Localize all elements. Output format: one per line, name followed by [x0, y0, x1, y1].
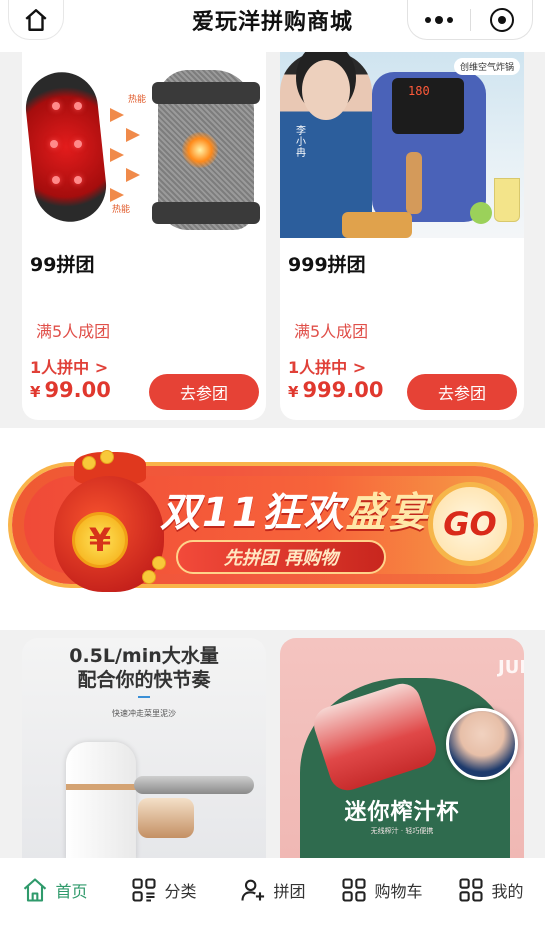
more-dots-icon [425, 16, 431, 23]
tab-category[interactable]: 分类 [109, 876, 218, 904]
join-group-button[interactable]: 去参团 [407, 374, 517, 410]
bottom-tab-bar: 首页 分类 拼团 购物车 我的 [0, 858, 545, 930]
tab-profile[interactable]: 我的 [436, 876, 545, 904]
join-group-button[interactable]: 去参团 [149, 374, 259, 410]
close-mini-program-button[interactable] [471, 7, 532, 32]
product-name: 999拼团 [288, 254, 366, 276]
knee-pad-image: 热能 热能 [22, 52, 266, 238]
joined-count-link[interactable]: 1人拼中 > [288, 354, 366, 378]
air-fryer-image: 180 创维空气炸锅 李小冉 [280, 52, 524, 238]
tab-group-buy[interactable]: 拼团 [218, 876, 327, 904]
faucet-filter-card[interactable]: 0.5L/min大水量 配合你的快节奏 快速冲走菜里泥沙 [22, 638, 266, 860]
home-icon [24, 878, 47, 902]
go-button[interactable]: GO [428, 482, 512, 566]
yuan-coin-icon: ¥ [72, 512, 128, 568]
profile-grid-icon [459, 878, 484, 902]
customer-service-avatar[interactable] [446, 708, 518, 780]
juice-cup-card[interactable]: JUIC 迷你榨汁杯 无线榨汁 · 轻巧便携 [280, 638, 524, 860]
more-button[interactable] [408, 15, 470, 24]
group-rule: 满5人成团 [294, 322, 369, 341]
mini-program-capsule [407, 0, 533, 40]
group-rule: 满5人成团 [36, 322, 111, 341]
tab-home[interactable]: 首页 [0, 876, 109, 904]
banner-title: 双11狂欢盛宴 [160, 490, 430, 536]
banner-subtitle: 先拼团 再购物 [176, 540, 386, 574]
product-card-999[interactable]: 180 创维空气炸锅 李小冉 999拼团 满5人成团 1人拼中 > ¥999.0… [280, 52, 524, 420]
cart-grid-icon [342, 878, 367, 902]
tab-cart[interactable]: 购物车 [327, 876, 436, 904]
category-grid-icon [132, 878, 157, 902]
double-11-banner[interactable]: ¥ 双11狂欢盛宴 先拼团 再购物 GO [0, 428, 545, 630]
product-price: ¥99.00 [30, 378, 111, 402]
product-name: 99拼团 [30, 254, 95, 276]
group-user-add-icon [241, 879, 265, 901]
product-card-99[interactable]: 热能 热能 99拼团 满5人成团 1人拼中 > ¥99.00 去参团 [22, 52, 266, 420]
top-nav-bar: 爱玩洋拼购商城 [0, 0, 545, 52]
target-close-icon [489, 7, 514, 32]
product-price: ¥999.00 [288, 378, 384, 402]
joined-count-link[interactable]: 1人拼中 > [30, 354, 108, 378]
